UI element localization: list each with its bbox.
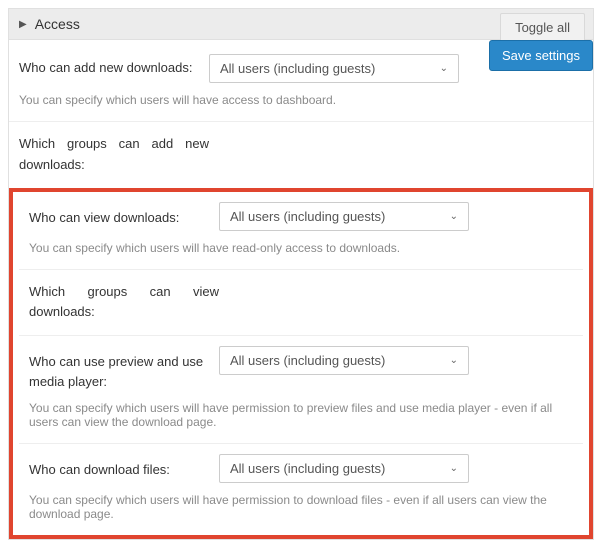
label-download-files: Who can download files:	[29, 454, 219, 480]
label-groups-add: Which groups can add new downloads:	[19, 134, 209, 176]
label-view-downloads: Who can view downloads:	[29, 202, 219, 228]
select-add-downloads-value: All users (including guests)	[220, 61, 375, 76]
panel-header[interactable]: ▶ Access Toggle all	[9, 9, 593, 40]
select-download-files[interactable]: All users (including guests) ⌄	[219, 454, 469, 483]
chevron-down-icon: ⌄	[450, 211, 458, 222]
label-add-downloads: Who can add new downloads:	[19, 54, 209, 75]
label-groups-view: Which groups can view downloads:	[29, 282, 219, 324]
select-view-downloads-value: All users (including guests)	[230, 209, 385, 224]
chevron-down-icon: ⌄	[450, 355, 458, 366]
access-panel: ▶ Access Toggle all Who can add new down…	[8, 8, 594, 540]
highlighted-section: Who can view downloads: All users (inclu…	[9, 188, 593, 540]
select-download-files-value: All users (including guests)	[230, 461, 385, 476]
save-settings-button[interactable]: Save settings	[489, 40, 593, 71]
select-view-downloads[interactable]: All users (including guests) ⌄	[219, 202, 469, 231]
help-download-files: You can specify which users will have pe…	[19, 483, 583, 535]
help-add-downloads: You can specify which users will have ac…	[9, 83, 593, 121]
panel-title: Access	[35, 16, 80, 32]
chevron-down-icon: ⌄	[440, 63, 448, 74]
label-preview: Who can use preview and use media player…	[29, 346, 219, 391]
select-preview-value: All users (including guests)	[230, 353, 385, 368]
chevron-down-icon: ⌄	[450, 463, 458, 474]
collapse-icon: ▶	[19, 19, 27, 30]
help-view-downloads: You can specify which users will have re…	[19, 231, 583, 269]
help-preview: You can specify which users will have pe…	[19, 391, 583, 443]
select-add-downloads[interactable]: All users (including guests) ⌄	[209, 54, 459, 83]
select-preview[interactable]: All users (including guests) ⌄	[219, 346, 469, 375]
